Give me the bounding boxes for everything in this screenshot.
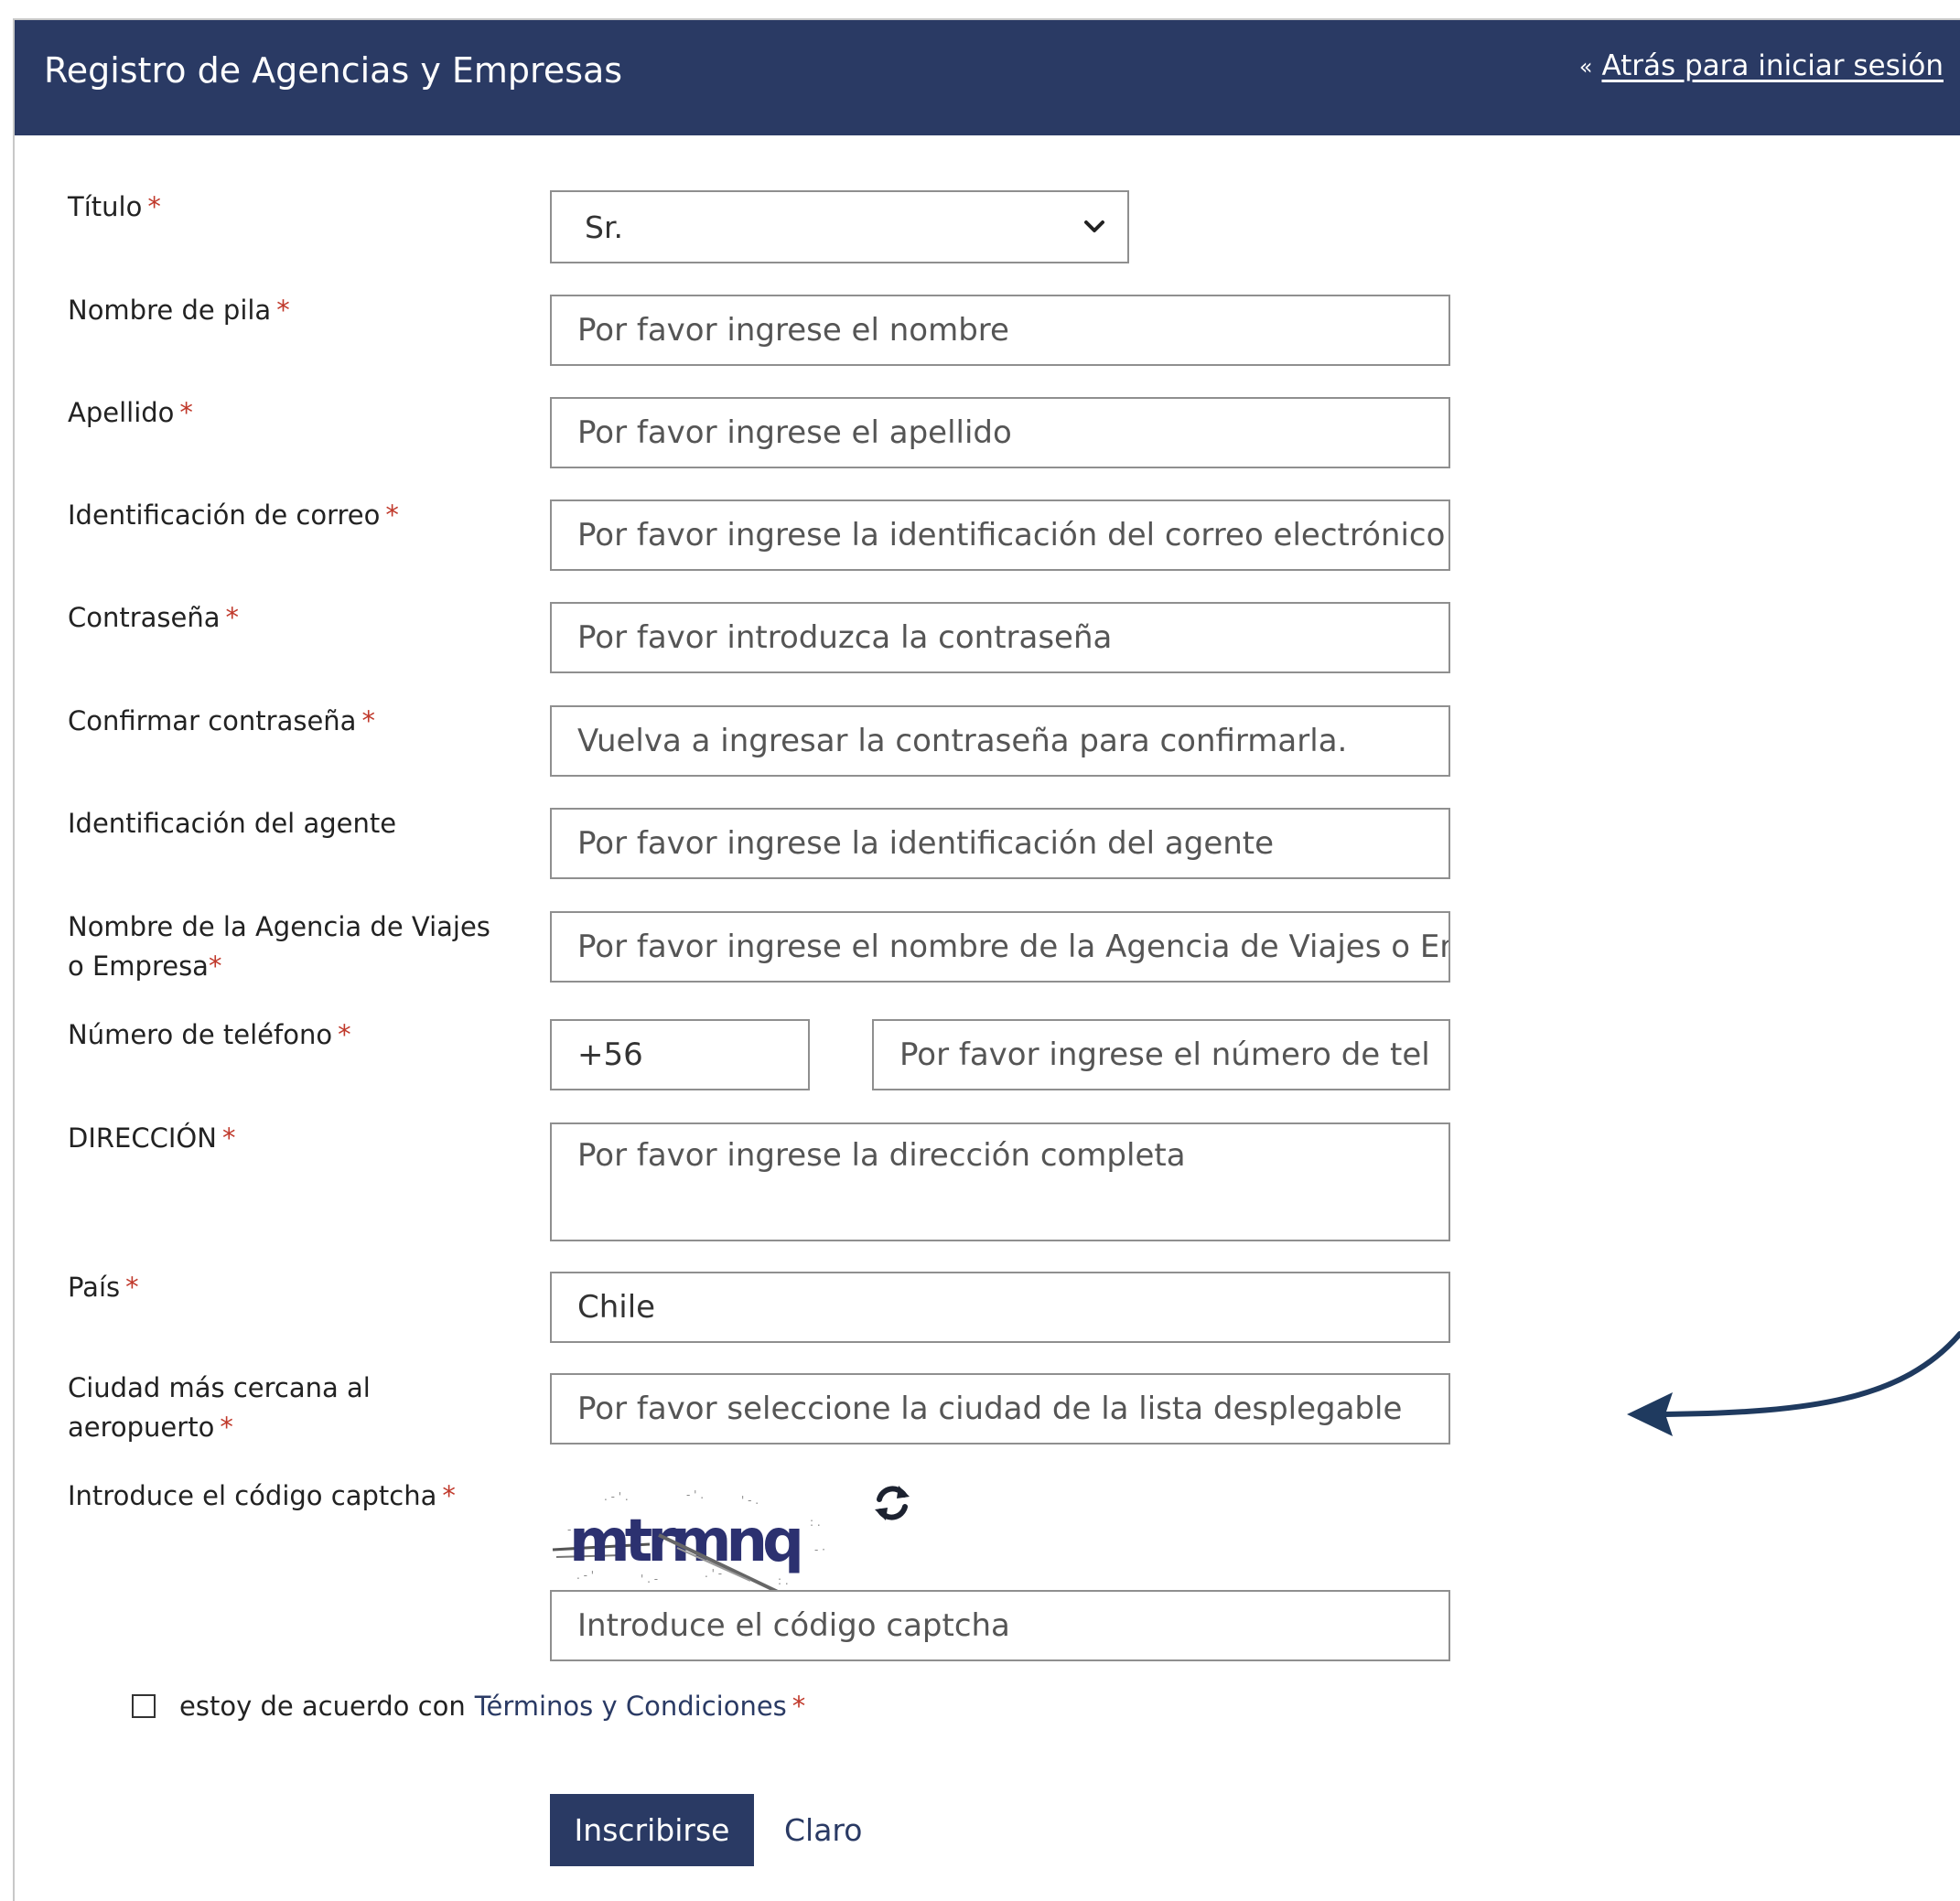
- refresh-icon[interactable]: [871, 1482, 913, 1524]
- required-marker: *: [147, 191, 161, 222]
- required-marker: *: [792, 1691, 806, 1722]
- title-select-value: Sr.: [585, 209, 623, 245]
- captcha-input[interactable]: [550, 1590, 1450, 1661]
- back-to-login-label[interactable]: Atrás para iniciar sesión: [1601, 52, 1944, 81]
- captcha-image: . - ' . - ' . ' - . - . : . - · . - ' ' …: [552, 1488, 825, 1592]
- address-label: DIRECCIÓN *: [68, 1122, 236, 1154]
- title-select[interactable]: Sr.: [550, 190, 1129, 263]
- required-marker: *: [385, 499, 399, 531]
- agent-id-label: Identificación del agente: [68, 808, 397, 839]
- nearest-city-label: Ciudad más cercana al aeropuerto *: [68, 1372, 371, 1443]
- captcha-label: Introduce el código captcha *: [68, 1480, 456, 1511]
- confirm-password-input[interactable]: [550, 705, 1450, 777]
- required-marker: *: [208, 950, 222, 982]
- required-marker: *: [276, 295, 290, 326]
- required-marker: *: [220, 1412, 233, 1443]
- chevron-down-icon: [1076, 209, 1113, 245]
- title-label: Título *: [68, 191, 161, 222]
- required-marker: *: [179, 397, 193, 428]
- svg-text:- ·: - ·: [814, 1543, 825, 1556]
- svg-text:. - ' .: . - ' .: [604, 1490, 629, 1503]
- country-input[interactable]: [550, 1272, 1450, 1343]
- required-marker: *: [442, 1480, 456, 1511]
- confirm-password-label: Confirmar contraseña *: [68, 705, 375, 736]
- captcha-text: mtrmnq: [569, 1508, 800, 1575]
- clear-button[interactable]: Claro: [784, 1810, 862, 1850]
- address-textarea[interactable]: [550, 1122, 1450, 1241]
- password-input[interactable]: [550, 602, 1450, 673]
- nearest-city-input[interactable]: [550, 1373, 1450, 1445]
- back-to-login-link[interactable]: « Atrás para iniciar sesión: [1579, 52, 1944, 81]
- required-marker: *: [361, 705, 375, 736]
- page: Registro de Agencias y Empresas « Atrás …: [0, 0, 1960, 1901]
- submit-button[interactable]: Inscribirse: [550, 1794, 754, 1866]
- terms-prefix: estoy de acuerdo con: [179, 1691, 466, 1722]
- phone-country-code-input[interactable]: [550, 1019, 810, 1090]
- terms-link[interactable]: Términos y Condiciones: [475, 1691, 787, 1722]
- agent-id-input[interactable]: [550, 808, 1450, 879]
- terms-row: estoy de acuerdo con Términos y Condicio…: [132, 1691, 805, 1722]
- last-name-label: Apellido *: [68, 397, 193, 428]
- password-label: Contraseña *: [68, 602, 240, 633]
- phone-number-input[interactable]: [872, 1019, 1450, 1090]
- required-marker: *: [125, 1272, 139, 1303]
- svg-text:: .: : .: [778, 1574, 789, 1587]
- first-name-input[interactable]: [550, 295, 1450, 366]
- svg-text:- ' .: - ' .: [686, 1488, 704, 1501]
- double-chevron-left-icon: «: [1578, 53, 1593, 80]
- required-marker: *: [338, 1019, 351, 1050]
- terms-checkbox[interactable]: [132, 1694, 156, 1718]
- email-input[interactable]: [550, 499, 1450, 571]
- agency-name-label: Nombre de la Agencia de Viajes o Empresa…: [68, 911, 490, 982]
- phone-label: Número de teléfono *: [68, 1019, 351, 1050]
- required-marker: *: [225, 602, 240, 633]
- annotation-arrow-icon: [1627, 1331, 1960, 1436]
- required-marker: *: [221, 1122, 236, 1154]
- svg-text:: .: : .: [810, 1516, 821, 1529]
- page-title: Registro de Agencias y Empresas: [44, 50, 623, 91]
- country-label: País *: [68, 1272, 139, 1303]
- svg-text:' - .: ' - .: [741, 1494, 759, 1507]
- agency-name-input[interactable]: [550, 911, 1450, 983]
- email-label: Identificación de correo *: [68, 499, 399, 531]
- last-name-input[interactable]: [550, 397, 1450, 468]
- first-name-label: Nombre de pila *: [68, 295, 290, 326]
